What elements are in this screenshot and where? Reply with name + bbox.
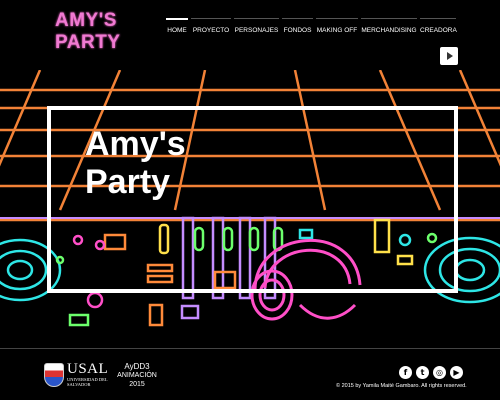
music-play-button[interactable] bbox=[440, 47, 458, 65]
course-year: 2015 bbox=[129, 381, 145, 388]
facebook-icon[interactable]: f bbox=[399, 366, 412, 379]
nav-merchandising[interactable]: MERCHANDISING bbox=[361, 18, 417, 40]
usal-name: USAL bbox=[67, 361, 109, 377]
usal-logo[interactable]: USAL UNIVERSIDAD DEL SALVADOR bbox=[44, 362, 115, 387]
nav-personajes[interactable]: PERSONAJES bbox=[234, 18, 279, 40]
usal-wordmark: USAL UNIVERSIDAD DEL SALVADOR bbox=[67, 361, 115, 388]
nav-making-off[interactable]: MAKING OFF bbox=[316, 18, 358, 40]
usal-subtitle: UNIVERSIDAD DEL SALVADOR bbox=[67, 377, 108, 387]
site-footer: USAL UNIVERSIDAD DEL SALVADOR AyDD3 ANIM… bbox=[0, 348, 500, 400]
university-seal-icon bbox=[44, 362, 64, 387]
twitter-icon[interactable]: t bbox=[416, 366, 429, 379]
nav-fondos[interactable]: FONDOS bbox=[282, 18, 313, 40]
course-subject: ANIMACIÓN bbox=[117, 372, 157, 379]
copyright-text: © 2015 by Yamila Maité Gambaro. All righ… bbox=[336, 383, 467, 389]
instagram-icon[interactable]: ◎ bbox=[433, 366, 446, 379]
site-header: AMY'S PARTY HOME PROYECTO PERSONAJES FON… bbox=[0, 0, 500, 70]
main-nav: HOME PROYECTO PERSONAJES FONDOS MAKING O… bbox=[166, 18, 459, 40]
nav-proyecto[interactable]: PROYECTO bbox=[191, 18, 231, 40]
course-info: AyDD3 ANIMACIÓN 2015 bbox=[112, 362, 162, 389]
hero-banner: Amy's Party bbox=[0, 70, 500, 345]
nav-home[interactable]: HOME bbox=[166, 18, 188, 40]
play-icon bbox=[447, 52, 453, 60]
course-code: AyDD3 bbox=[124, 362, 150, 371]
nav-creadora[interactable]: CREADORA bbox=[420, 18, 457, 40]
hero-title: Amy's Party bbox=[85, 125, 186, 201]
youtube-icon[interactable]: ▶ bbox=[450, 366, 463, 379]
social-links: f t ◎ ▶ bbox=[399, 366, 467, 379]
site-logo[interactable]: AMY'S PARTY bbox=[55, 10, 145, 54]
